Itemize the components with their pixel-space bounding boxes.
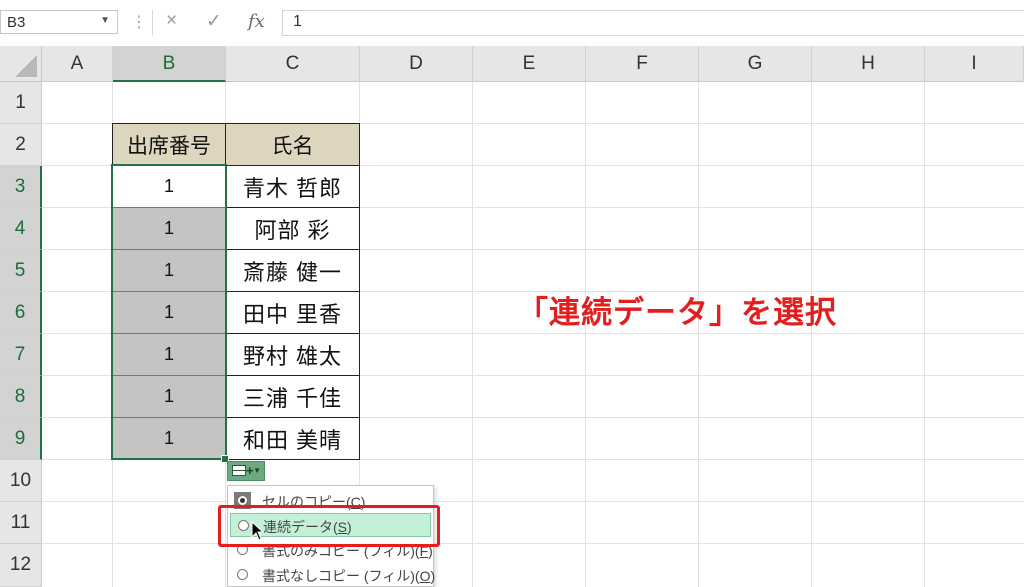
cell-c4[interactable]: 阿部 彩 [225, 207, 360, 250]
row-header-2[interactable]: 2 [0, 124, 42, 166]
formula-input[interactable]: 1 [282, 10, 1024, 36]
cell-c3[interactable]: 青木 哲郎 [225, 165, 360, 208]
column-header-i[interactable]: I [925, 46, 1024, 82]
row-header-9[interactable]: 9 [0, 418, 42, 460]
instruction-annotation: 「連続データ」を選択 [517, 295, 837, 331]
formula-value: 1 [293, 13, 302, 30]
fx-icon[interactable]: fx [248, 11, 265, 32]
column-header-e[interactable]: E [473, 46, 586, 82]
menu-item-fill-without-formatting[interactable]: 書式なしコピー (フィル)(O) [230, 563, 435, 587]
column-header-f[interactable]: F [586, 46, 699, 82]
mouse-pointer-icon [251, 521, 265, 541]
row-header-5[interactable]: 5 [0, 250, 42, 292]
autofill-options-icon [232, 465, 246, 476]
radio-icon [237, 569, 248, 580]
confirm-icon[interactable]: ✓ [206, 10, 222, 33]
divider [152, 10, 153, 36]
column-header-a[interactable]: A [42, 46, 113, 82]
menu-item-label: 書式なしコピー (フィル)(O) [262, 568, 436, 584]
name-box[interactable]: B3 ▼ [0, 10, 118, 34]
chevron-down-icon[interactable]: ▼ [100, 15, 110, 26]
row-header-4[interactable]: 4 [0, 208, 42, 250]
header-cell-attendance-number[interactable]: 出席番号 [112, 123, 226, 166]
cell-c7[interactable]: 野村 雄太 [225, 333, 360, 376]
name-box-value: B3 [7, 14, 26, 31]
spreadsheet-grid: A B C D E F G H I 1 2 3 4 5 6 7 8 9 10 1… [0, 46, 1024, 587]
cell-c5[interactable]: 斎藤 健一 [225, 249, 360, 292]
column-header-g[interactable]: G [699, 46, 812, 82]
column-header-b[interactable]: B [113, 46, 226, 82]
autofill-options-button[interactable]: + ▼ [227, 461, 265, 481]
select-all-button[interactable] [0, 46, 42, 82]
column-header-h[interactable]: H [812, 46, 925, 82]
selection-range [111, 164, 227, 460]
column-header-d[interactable]: D [360, 46, 473, 82]
cell-c8[interactable]: 三浦 千佳 [225, 375, 360, 418]
column-header-c[interactable]: C [226, 46, 360, 82]
cancel-icon[interactable]: × [166, 10, 177, 32]
row-header-8[interactable]: 8 [0, 376, 42, 418]
chevron-down-icon: ▼ [253, 466, 261, 475]
row-header-3[interactable]: 3 [0, 166, 42, 208]
header-cell-name[interactable]: 氏名 [225, 123, 360, 166]
cell-c6[interactable]: 田中 里香 [225, 291, 360, 334]
row-header-10[interactable]: 10 [0, 460, 42, 502]
formula-bar: B3 ▼ ⋮ × ✓ fx 1 [0, 0, 1024, 46]
more-dots-icon[interactable]: ⋮ [131, 12, 147, 32]
row-header-11[interactable]: 11 [0, 502, 42, 544]
row-header-1[interactable]: 1 [0, 82, 42, 124]
row-header-12[interactable]: 12 [0, 544, 42, 587]
row-header-6[interactable]: 6 [0, 292, 42, 334]
cell-c9[interactable]: 和田 美晴 [225, 417, 360, 460]
row-header-7[interactable]: 7 [0, 334, 42, 376]
